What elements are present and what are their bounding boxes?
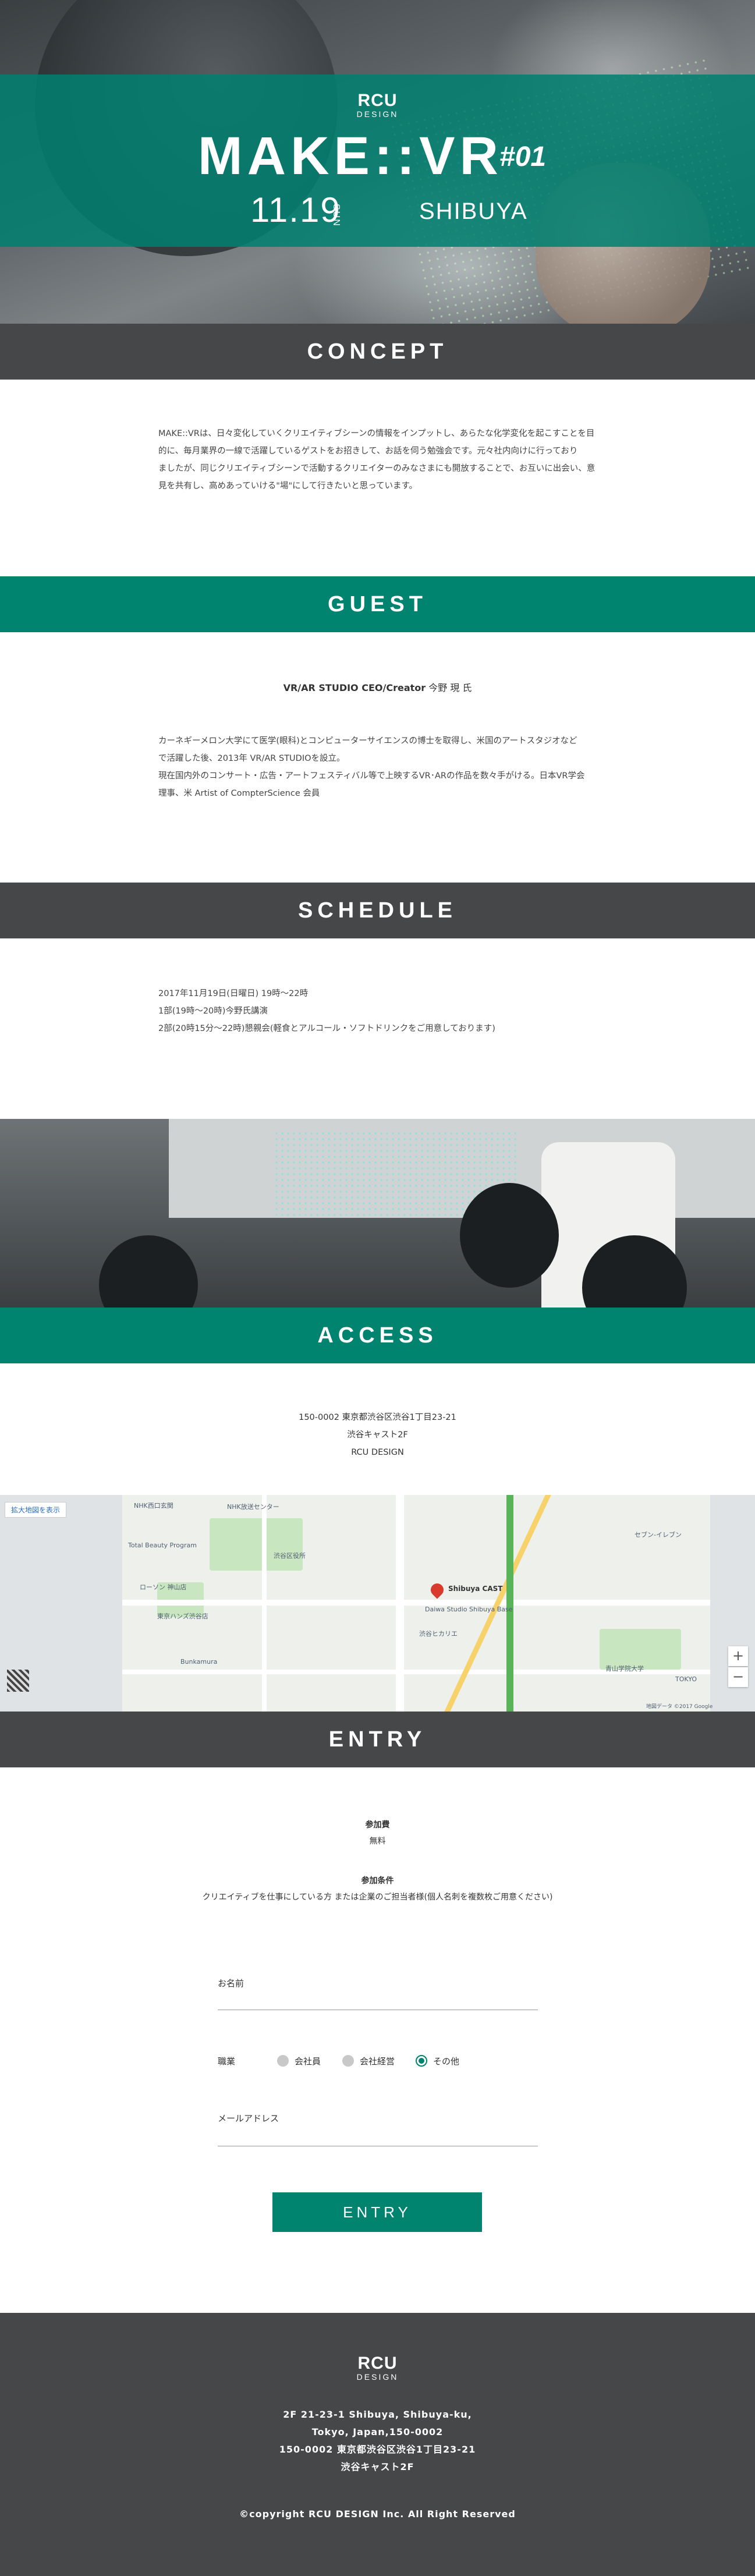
map-label: Total Beauty Program — [128, 1542, 197, 1549]
guest-person-name: 今野 現 氏 — [428, 682, 472, 693]
concept-line: MAKE::VRは、日々変化していくクリエイティブシーンの情報をインプットし、あ… — [158, 429, 595, 438]
event-title: MAKE::VR — [198, 126, 503, 186]
guest-role: VR/AR STUDIO CEO/Creator — [283, 682, 426, 693]
map-road — [396, 1495, 404, 1712]
map-label: 渋谷区役所 — [274, 1552, 306, 1560]
access-address: 150-0002 東京都渋谷区渋谷1丁目23-21 渋谷キャスト2F RCU D… — [0, 1409, 755, 1461]
map-label: 渋谷ヒカリエ — [419, 1630, 458, 1638]
schedule-text: 2017年11月19日(日曜日) 19時〜22時 1部(19時〜20時)今野氏講… — [158, 985, 495, 1037]
map-qr-icon — [7, 1670, 29, 1692]
footer-logo-sub: DESIGN — [356, 2372, 399, 2382]
entry-heading: ENTRY — [0, 1712, 755, 1767]
enlarge-map-button[interactable]: 拡大地図を表示 — [5, 1502, 67, 1518]
map-label: 青山学院大学 — [605, 1665, 644, 1673]
guest-bio-line: カーネギーメロン大学にて医学(眼科)とコンピューターサイエンスの博士を取得し、米… — [158, 736, 577, 746]
concept-line: ましたが、同じクリエイティブシーンで活動するクリエイターのみなさまにも開放するこ… — [158, 464, 596, 473]
access-line: 渋谷キャスト2F — [347, 1430, 408, 1440]
schedule-line: 2017年11月19日(日曜日) 19時〜22時 — [158, 989, 309, 998]
footer-address-line: 渋谷キャスト2F — [341, 2461, 414, 2472]
schedule-heading: SCHEDULE — [0, 883, 755, 938]
audience-head — [99, 1235, 198, 1308]
condition-label: 参加条件 — [361, 1876, 394, 1886]
concept-text: MAKE::VRは、日々変化していくクリエイティブシーンの情報をインプットし、あ… — [158, 425, 595, 495]
map-label: Daiwa Studio Shibuya Base — [425, 1606, 513, 1613]
fee-value: 無料 — [369, 1837, 386, 1846]
map-pin-label: Shibuya CAST — [448, 1585, 503, 1593]
footer-copyright: ©copyright RCU DESIGN Inc. All Right Res… — [239, 2508, 516, 2520]
access-map[interactable]: NHK西口玄関 NHK放送センター Total Beauty Program ロ… — [0, 1495, 755, 1712]
footer: RCU DESIGN 2F 21-23-1 Shibuya, Shibuya-k… — [0, 2313, 755, 2576]
guest-bio-line: 現在国内外のコンサート・広告・アートフェスティバル等で上映するVR･ARの作品を… — [158, 771, 585, 781]
guest-bio: カーネギーメロン大学にて医学(眼科)とコンピューターサイエンスの博士を取得し、米… — [158, 732, 585, 802]
footer-logo: RCU DESIGN — [0, 2355, 755, 2382]
map-railway — [506, 1495, 513, 1712]
guest-bio-line: で活躍した後、2013年 VR/AR STUDIOを設立。 — [158, 754, 345, 763]
event-place: SHIBUYA — [419, 199, 528, 224]
guest-name: VR/AR STUDIO CEO/Creator 今野 現 氏 — [0, 680, 755, 694]
footer-logo-main: RCU — [357, 2354, 398, 2373]
map-park — [210, 1518, 303, 1571]
map-label: セブン-イレブン — [635, 1531, 682, 1539]
zoom-out-button[interactable]: − — [728, 1667, 748, 1687]
concept-heading: CONCEPT — [0, 324, 755, 380]
concept-line: 見を共有し、高めあっていける"場"にして行きたいと思っています。 — [158, 481, 418, 491]
map-pin-icon[interactable] — [428, 1581, 446, 1599]
map-label: 東京ハンズ渋谷店 — [157, 1613, 208, 1620]
access-heading: ACCESS — [0, 1308, 755, 1363]
map-label: NHK放送センター — [227, 1503, 279, 1511]
map-label: NHK西口玄関 — [134, 1502, 173, 1510]
footer-address-line: 2F 21-23-1 Shibuya, Shibuya-ku, — [283, 2409, 472, 2420]
map-canvas[interactable]: NHK西口玄関 NHK放送センター Total Beauty Program ロ… — [122, 1495, 713, 1712]
schedule-line: 2部(20時15分〜22時)懇親会(軽食とアルコール・ソフトドリンクをご用意して… — [158, 1024, 495, 1033]
map-label: TOKYO — [675, 1675, 697, 1683]
condition-value: クリエイティブを仕事にしている方 または企業のご担当者様(個人名刺を複数枚ご用意… — [202, 1893, 553, 1902]
hero-logo: RCU DESIGN — [0, 92, 755, 119]
event-number: #01 — [499, 141, 547, 172]
schedule-line: 1部(19時〜20時)今野氏講演 — [158, 1007, 268, 1016]
radio-executive-label: 会社経営 — [360, 2056, 395, 2067]
hero-section: RCU DESIGN MAKE::VR #01 11.19 SUN SHIBUY… — [0, 0, 755, 324]
footer-address: 2F 21-23-1 Shibuya, Shibuya-ku, Tokyo, J… — [0, 2406, 755, 2476]
map-road — [122, 1600, 710, 1606]
job-label: 職業 — [218, 2056, 236, 2067]
hero-logo-sub: DESIGN — [356, 109, 399, 119]
map-road — [262, 1495, 267, 1712]
map-label: Bunkamura — [180, 1658, 218, 1666]
radio-executive[interactable] — [342, 2055, 354, 2067]
guest-heading: GUEST — [0, 576, 755, 632]
event-date: 11.19 — [250, 190, 341, 229]
entry-submit-button[interactable]: ENTRY — [272, 2192, 482, 2232]
email-label: メールアドレス — [218, 2113, 279, 2124]
hero-logo-main: RCU — [357, 91, 398, 110]
name-label: お名前 — [218, 1978, 244, 1989]
access-line: 150-0002 東京都渋谷区渋谷1丁目23-21 — [299, 1413, 456, 1422]
event-weekday: SUN — [331, 204, 341, 227]
footer-address-line: 150-0002 東京都渋谷区渋谷1丁目23-21 — [279, 2444, 476, 2455]
radio-employee-label: 会社員 — [295, 2056, 321, 2067]
radio-other[interactable] — [416, 2055, 427, 2067]
audience-head — [460, 1183, 559, 1288]
footer-address-line: Tokyo, Japan,150-0002 — [311, 2426, 444, 2437]
map-label: ローソン 神山店 — [140, 1583, 187, 1591]
radio-other-label: その他 — [433, 2056, 460, 2067]
guest-bio-line: 理事、米 Artist of CompterScience 会員 — [158, 789, 320, 798]
event-photo — [0, 1119, 755, 1308]
fee-label: 参加費 — [365, 1820, 390, 1830]
zoom-in-button[interactable]: + — [728, 1646, 748, 1666]
radio-employee[interactable] — [277, 2055, 289, 2067]
map-attribution: 地図データ ©2017 Google — [646, 1704, 713, 1710]
concept-line: 的に、毎月業界の一線で活躍しているゲストをお招きして、お話を伺う勉強会です。元々… — [158, 447, 578, 456]
access-line: RCU DESIGN — [351, 1448, 404, 1457]
